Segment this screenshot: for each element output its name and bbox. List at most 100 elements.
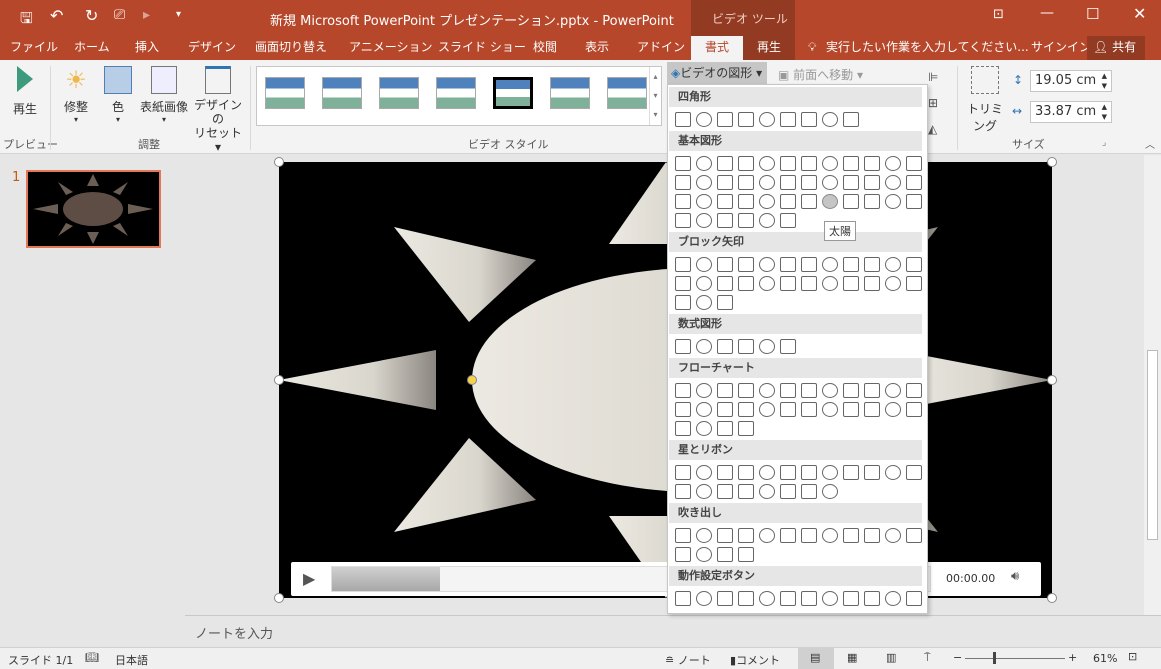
customize-qat-icon[interactable]: ▾: [176, 9, 181, 20]
shape-option[interactable]: [695, 257, 712, 272]
shape-option[interactable]: [758, 484, 775, 499]
comments-button[interactable]: ▮コメント: [730, 652, 780, 668]
shape-option[interactable]: [737, 112, 754, 127]
width-input[interactable]: 33.87 cm ▲ ▼: [1030, 101, 1112, 123]
shape-option[interactable]: [695, 213, 712, 228]
shape-option[interactable]: [779, 194, 796, 209]
shape-option[interactable]: [695, 484, 712, 499]
shape-option[interactable]: [716, 402, 733, 417]
shape-option[interactable]: [884, 194, 901, 209]
video-style-option[interactable]: [379, 77, 419, 109]
shape-option[interactable]: [674, 257, 691, 272]
zoom-level[interactable]: 61%: [1093, 652, 1117, 665]
shape-option[interactable]: [884, 591, 901, 606]
tab-slideshow[interactable]: スライド ショー: [438, 36, 526, 60]
poster-frame-button[interactable]: 表紙画像 ▾: [138, 66, 190, 124]
shape-option[interactable]: [842, 465, 859, 480]
shape-option[interactable]: [821, 383, 838, 398]
shape-option[interactable]: [695, 276, 712, 291]
tab-format[interactable]: 書式: [691, 36, 743, 60]
shape-option[interactable]: [884, 257, 901, 272]
shape-option[interactable]: [821, 257, 838, 272]
shape-option[interactable]: [758, 591, 775, 606]
shape-option[interactable]: [863, 156, 880, 171]
slideshow-view-icon[interactable]: ⍑: [924, 651, 931, 665]
shape-option[interactable]: [884, 402, 901, 417]
shape-option[interactable]: [758, 276, 775, 291]
fit-to-window-icon[interactable]: ⊡: [1128, 650, 1137, 663]
shape-option[interactable]: [821, 465, 838, 480]
shape-option[interactable]: [674, 339, 691, 354]
shape-option[interactable]: [779, 528, 796, 543]
slideshow-icon[interactable]: ⎚: [114, 7, 125, 23]
shape-option[interactable]: [716, 465, 733, 480]
normal-view-icon[interactable]: ▤: [810, 651, 820, 664]
shape-option[interactable]: [800, 156, 817, 171]
slide-thumbnail[interactable]: [26, 170, 161, 248]
spellcheck-icon[interactable]: 📖︎: [85, 651, 99, 664]
shape-option[interactable]: [716, 276, 733, 291]
shape-option[interactable]: [674, 194, 691, 209]
shape-option[interactable]: [737, 591, 754, 606]
crop-button[interactable]: トリミング: [963, 66, 1007, 134]
shape-option[interactable]: [674, 383, 691, 398]
shape-option[interactable]: [779, 156, 796, 171]
undo-icon[interactable]: ↶: [50, 6, 63, 25]
shape-option[interactable]: [779, 213, 796, 228]
shape-option[interactable]: [716, 213, 733, 228]
shape-option[interactable]: [674, 276, 691, 291]
collapse-ribbon-icon[interactable]: ︿: [1145, 136, 1155, 151]
shape-option[interactable]: [779, 383, 796, 398]
shape-option[interactable]: [674, 295, 691, 310]
resize-handle[interactable]: [1047, 157, 1057, 167]
shape-option[interactable]: [863, 257, 880, 272]
shape-option[interactable]: [674, 402, 691, 417]
video-object[interactable]: ▶ 00:00.00 🔊︎: [279, 162, 1052, 598]
shape-option[interactable]: [821, 528, 838, 543]
shape-option[interactable]: [737, 465, 754, 480]
shape-option[interactable]: [737, 547, 754, 562]
scroll-thumb[interactable]: [1147, 350, 1158, 540]
resize-handle[interactable]: [1047, 593, 1057, 603]
tab-file[interactable]: ファイル: [10, 36, 58, 60]
video-style-option[interactable]: [436, 77, 476, 109]
resize-handle[interactable]: [274, 157, 284, 167]
video-style-option[interactable]: [265, 77, 305, 109]
shape-option[interactable]: [779, 112, 796, 127]
play-icon[interactable]: ▶: [303, 569, 315, 588]
shape-option[interactable]: [674, 421, 691, 436]
shape-option[interactable]: [674, 213, 691, 228]
corrections-button[interactable]: ☀ 修整 ▾: [58, 66, 94, 124]
shape-option[interactable]: [863, 528, 880, 543]
shape-option[interactable]: [737, 257, 754, 272]
close-icon[interactable]: ✕: [1133, 4, 1146, 23]
shape-option[interactable]: [737, 383, 754, 398]
shape-option[interactable]: [884, 156, 901, 171]
shape-option[interactable]: [821, 175, 838, 190]
shape-option[interactable]: [779, 591, 796, 606]
shape-option[interactable]: [905, 175, 922, 190]
notes-pane[interactable]: ノートを入力: [185, 615, 1161, 647]
arrange-icons[interactable]: ⊫ ⊞ ◭: [928, 64, 938, 142]
shape-option[interactable]: [905, 402, 922, 417]
shape-option[interactable]: [674, 175, 691, 190]
tab-view[interactable]: 表示: [585, 36, 609, 60]
video-styles-gallery[interactable]: ▴ ▾ ▾: [256, 66, 662, 126]
shape-option[interactable]: [884, 465, 901, 480]
save-icon[interactable]: 🖫: [20, 8, 33, 33]
shape-option[interactable]: [716, 194, 733, 209]
tab-playback[interactable]: 再生: [743, 36, 795, 60]
shape-option[interactable]: [821, 112, 838, 127]
shape-option[interactable]: [821, 591, 838, 606]
shape-option[interactable]: [821, 484, 838, 499]
signin-link[interactable]: サインイン: [1031, 36, 1091, 60]
shape-option[interactable]: [695, 339, 712, 354]
shape-option[interactable]: [674, 547, 691, 562]
shape-option[interactable]: [674, 484, 691, 499]
zoom-slider[interactable]: [965, 652, 1065, 664]
shape-option[interactable]: [842, 194, 859, 209]
shape-option[interactable]: [737, 276, 754, 291]
shape-option[interactable]: [758, 339, 775, 354]
height-input[interactable]: 19.05 cm ▲ ▼: [1030, 70, 1112, 92]
shape-option[interactable]: [884, 383, 901, 398]
